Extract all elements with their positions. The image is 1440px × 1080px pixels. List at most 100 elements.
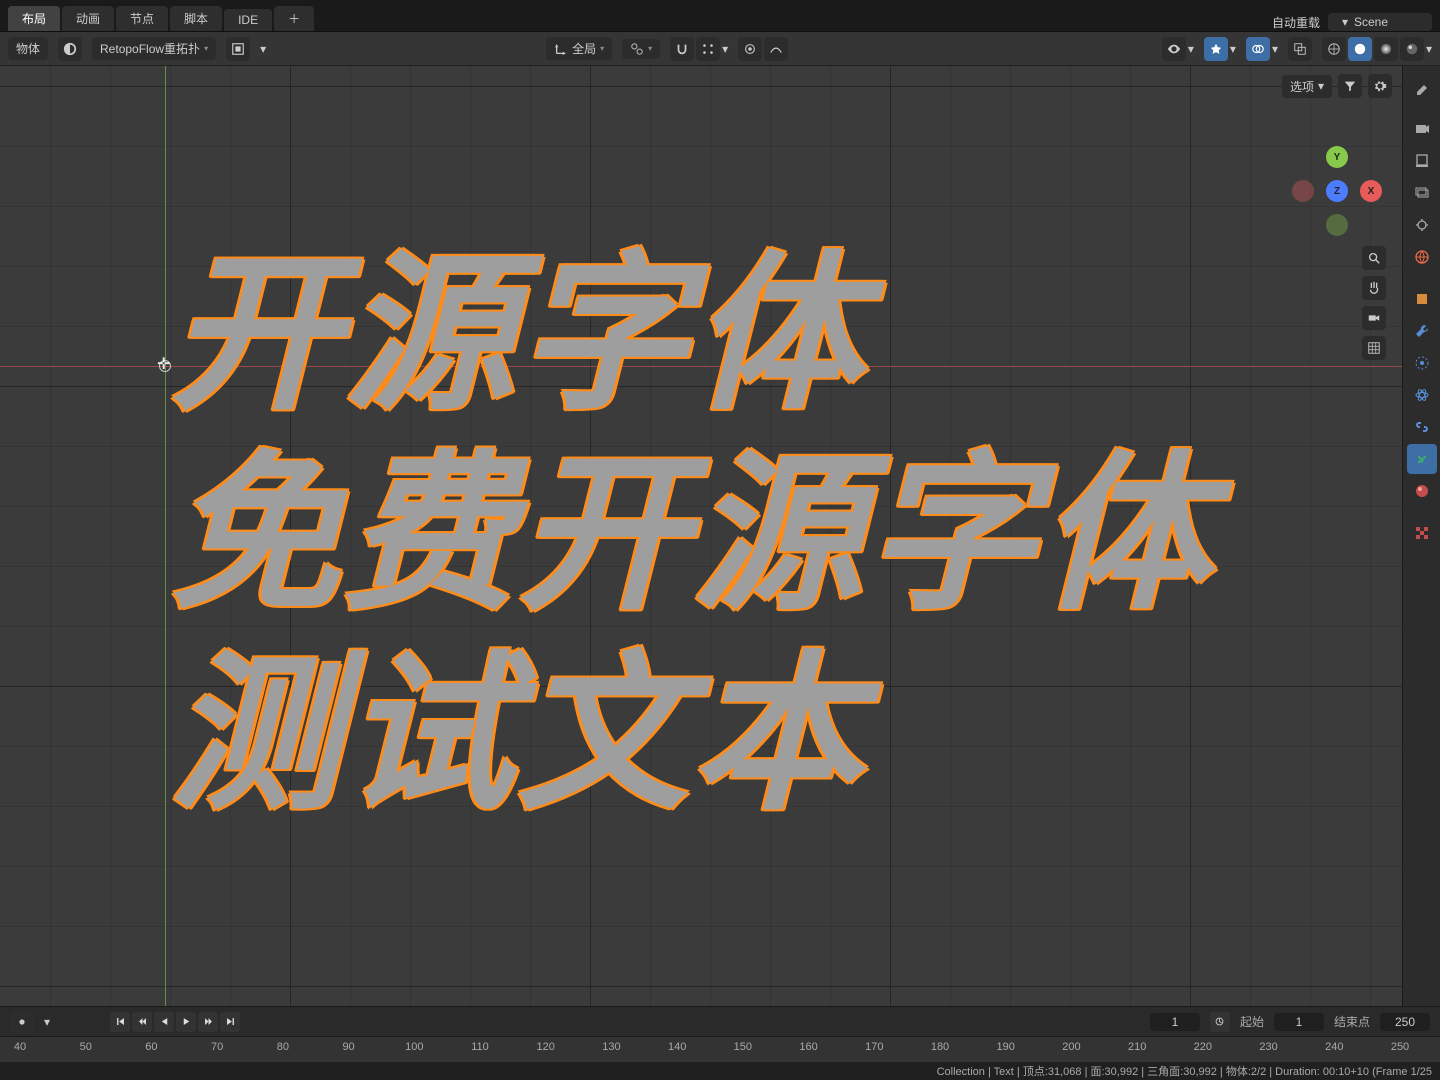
ws-tab-script[interactable]: 脚本 bbox=[170, 6, 222, 31]
current-frame-field[interactable]: 1 bbox=[1150, 1013, 1200, 1031]
ruler-tick: 140 bbox=[668, 1041, 686, 1053]
tab-world-icon[interactable] bbox=[1407, 242, 1437, 272]
gizmo-neg-x[interactable] bbox=[1292, 180, 1314, 202]
auto-key-icon[interactable] bbox=[1210, 1012, 1230, 1032]
proportional-falloff[interactable] bbox=[764, 37, 788, 61]
tab-viewlayer-icon[interactable] bbox=[1407, 178, 1437, 208]
gizmo-x[interactable]: X bbox=[1360, 180, 1382, 202]
status-bar: Collection | Text | 顶点:31,068 | 面:30,992… bbox=[0, 1062, 1440, 1080]
gizmo-y[interactable]: Y bbox=[1326, 146, 1348, 168]
shading-matprev[interactable] bbox=[1374, 37, 1398, 61]
scene-name-input[interactable] bbox=[1354, 15, 1424, 29]
keyframe-next-icon[interactable] bbox=[198, 1012, 218, 1032]
shading-solid[interactable] bbox=[1348, 37, 1372, 61]
tab-scene-icon[interactable] bbox=[1407, 210, 1437, 240]
shading-rendered[interactable] bbox=[1400, 37, 1424, 61]
ruler-tick: 100 bbox=[405, 1041, 423, 1053]
pan-icon[interactable] bbox=[1362, 276, 1386, 300]
tab-physics-icon[interactable] bbox=[1407, 380, 1437, 410]
shading-wireframe[interactable] bbox=[1322, 37, 1346, 61]
tab-modifier-icon[interactable] bbox=[1407, 316, 1437, 346]
ruler-tick: 120 bbox=[537, 1041, 555, 1053]
chevron-down-icon: ▾ bbox=[722, 42, 728, 56]
timeline-ruler[interactable]: 4050607080901001101201301401501601701801… bbox=[0, 1036, 1440, 1062]
ruler-tick: 240 bbox=[1325, 1041, 1343, 1053]
3d-viewport[interactable]: 开源字体 免费开源字体 测试文本 选项 ▾ Y Z X bbox=[0, 66, 1402, 1006]
ruler-tick: 110 bbox=[471, 1041, 489, 1053]
end-frame-label: 结束点 bbox=[1334, 1013, 1370, 1030]
tab-tool-icon[interactable] bbox=[1407, 72, 1437, 102]
chevron-down-icon: ▾ bbox=[260, 42, 266, 56]
scene-selector[interactable]: ▾ bbox=[1328, 13, 1432, 31]
tab-particles-icon[interactable] bbox=[1407, 348, 1437, 378]
workspace-tabbar: 布局 动画 节点 脚本 IDE ＋ 自动重载 ▾ bbox=[0, 0, 1440, 32]
play-icon[interactable] bbox=[176, 1012, 196, 1032]
chevron-down-icon: ▾ bbox=[1342, 15, 1348, 29]
ws-tab-layout[interactable]: 布局 bbox=[8, 6, 60, 31]
nav-gizmo[interactable]: Y Z X bbox=[1292, 146, 1382, 236]
keyframe-prev-icon[interactable] bbox=[132, 1012, 152, 1032]
persp-icon[interactable] bbox=[1362, 336, 1386, 360]
tab-objectdata-icon[interactable] bbox=[1407, 444, 1437, 474]
transform-orientation[interactable]: 全局▾ bbox=[546, 37, 612, 60]
mode-selector[interactable]: 物体 bbox=[8, 37, 48, 60]
status-text: Collection | Text | 顶点:31,068 | 面:30,992… bbox=[937, 1063, 1432, 1079]
ruler-tick: 40 bbox=[14, 1041, 26, 1053]
proportional-edit[interactable] bbox=[738, 37, 762, 61]
end-frame-field[interactable]: 250 bbox=[1380, 1013, 1430, 1031]
tab-object-icon[interactable] bbox=[1407, 284, 1437, 314]
viewport-header: 物体 RetopoFlow重拓扑▾ ▾ 全局▾ ▾ ▾ ▾ ▾ ▾ bbox=[0, 32, 1440, 66]
pivot-point[interactable]: ▾ bbox=[622, 39, 660, 59]
auto-reload-label: 自动重载 bbox=[1272, 14, 1320, 31]
shading-modes: ▾ bbox=[1322, 37, 1432, 61]
tab-texture-icon[interactable] bbox=[1407, 518, 1437, 548]
camera-icon[interactable] bbox=[1362, 306, 1386, 330]
playback-sync-icon[interactable] bbox=[10, 1010, 34, 1034]
tab-constraint-icon[interactable] bbox=[1407, 412, 1437, 442]
chevron-down-icon: ▾ bbox=[1272, 42, 1278, 56]
filter-icon[interactable] bbox=[1338, 74, 1362, 98]
gizmo-z[interactable]: Z bbox=[1326, 180, 1348, 202]
ws-tab-nodes[interactable]: 节点 bbox=[116, 6, 168, 31]
ws-tab-ide[interactable]: IDE bbox=[224, 9, 272, 31]
ruler-tick: 70 bbox=[211, 1041, 223, 1053]
ruler-tick: 80 bbox=[277, 1041, 289, 1053]
start-frame-field[interactable]: 1 bbox=[1274, 1013, 1324, 1031]
ruler-tick: 60 bbox=[145, 1041, 157, 1053]
chevron-down-icon: ▾ bbox=[1230, 42, 1236, 56]
zoom-icon[interactable] bbox=[1362, 246, 1386, 270]
ruler-tick: 170 bbox=[865, 1041, 883, 1053]
ruler-tick: 160 bbox=[799, 1041, 817, 1053]
snap-toggle[interactable] bbox=[670, 37, 694, 61]
ruler-tick: 130 bbox=[602, 1041, 620, 1053]
editor-type-icon[interactable] bbox=[226, 37, 250, 61]
ruler-tick: 220 bbox=[1194, 1041, 1212, 1053]
ruler-tick: 210 bbox=[1128, 1041, 1146, 1053]
ws-tab-add[interactable]: ＋ bbox=[274, 6, 314, 31]
ruler-tick: 250 bbox=[1391, 1041, 1409, 1053]
gear-icon[interactable] bbox=[1368, 74, 1392, 98]
interaction-mode-icon[interactable] bbox=[58, 37, 82, 61]
chevron-down-icon: ▾ bbox=[44, 1015, 50, 1029]
tab-material-icon[interactable] bbox=[1407, 476, 1437, 506]
jump-start-icon[interactable] bbox=[110, 1012, 130, 1032]
retopoflow-dropdown[interactable]: RetopoFlow重拓扑▾ bbox=[92, 37, 216, 60]
tab-output-icon[interactable] bbox=[1407, 146, 1437, 176]
xray-toggle[interactable] bbox=[1288, 37, 1312, 61]
timeline-header: ▾ 1 起始 1 结束点 250 bbox=[0, 1006, 1440, 1036]
overlay-toggle[interactable] bbox=[1246, 37, 1270, 61]
properties-tabs bbox=[1402, 66, 1440, 1006]
visibility-toggle[interactable] bbox=[1162, 37, 1186, 61]
text-object-3[interactable]: 测试文本 bbox=[170, 596, 866, 842]
viewport-options-dropdown[interactable]: 选项 ▾ bbox=[1282, 75, 1332, 98]
ws-tab-animation[interactable]: 动画 bbox=[62, 6, 114, 31]
gizmo-neg-y[interactable] bbox=[1326, 214, 1348, 236]
snap-mode[interactable] bbox=[696, 37, 720, 61]
playback-controls bbox=[110, 1012, 240, 1032]
gizmo-toggle[interactable] bbox=[1204, 37, 1228, 61]
play-reverse-icon[interactable] bbox=[154, 1012, 174, 1032]
axis-y-line bbox=[165, 66, 166, 1006]
tab-render-icon[interactable] bbox=[1407, 114, 1437, 144]
ruler-tick: 200 bbox=[1062, 1041, 1080, 1053]
jump-end-icon[interactable] bbox=[220, 1012, 240, 1032]
